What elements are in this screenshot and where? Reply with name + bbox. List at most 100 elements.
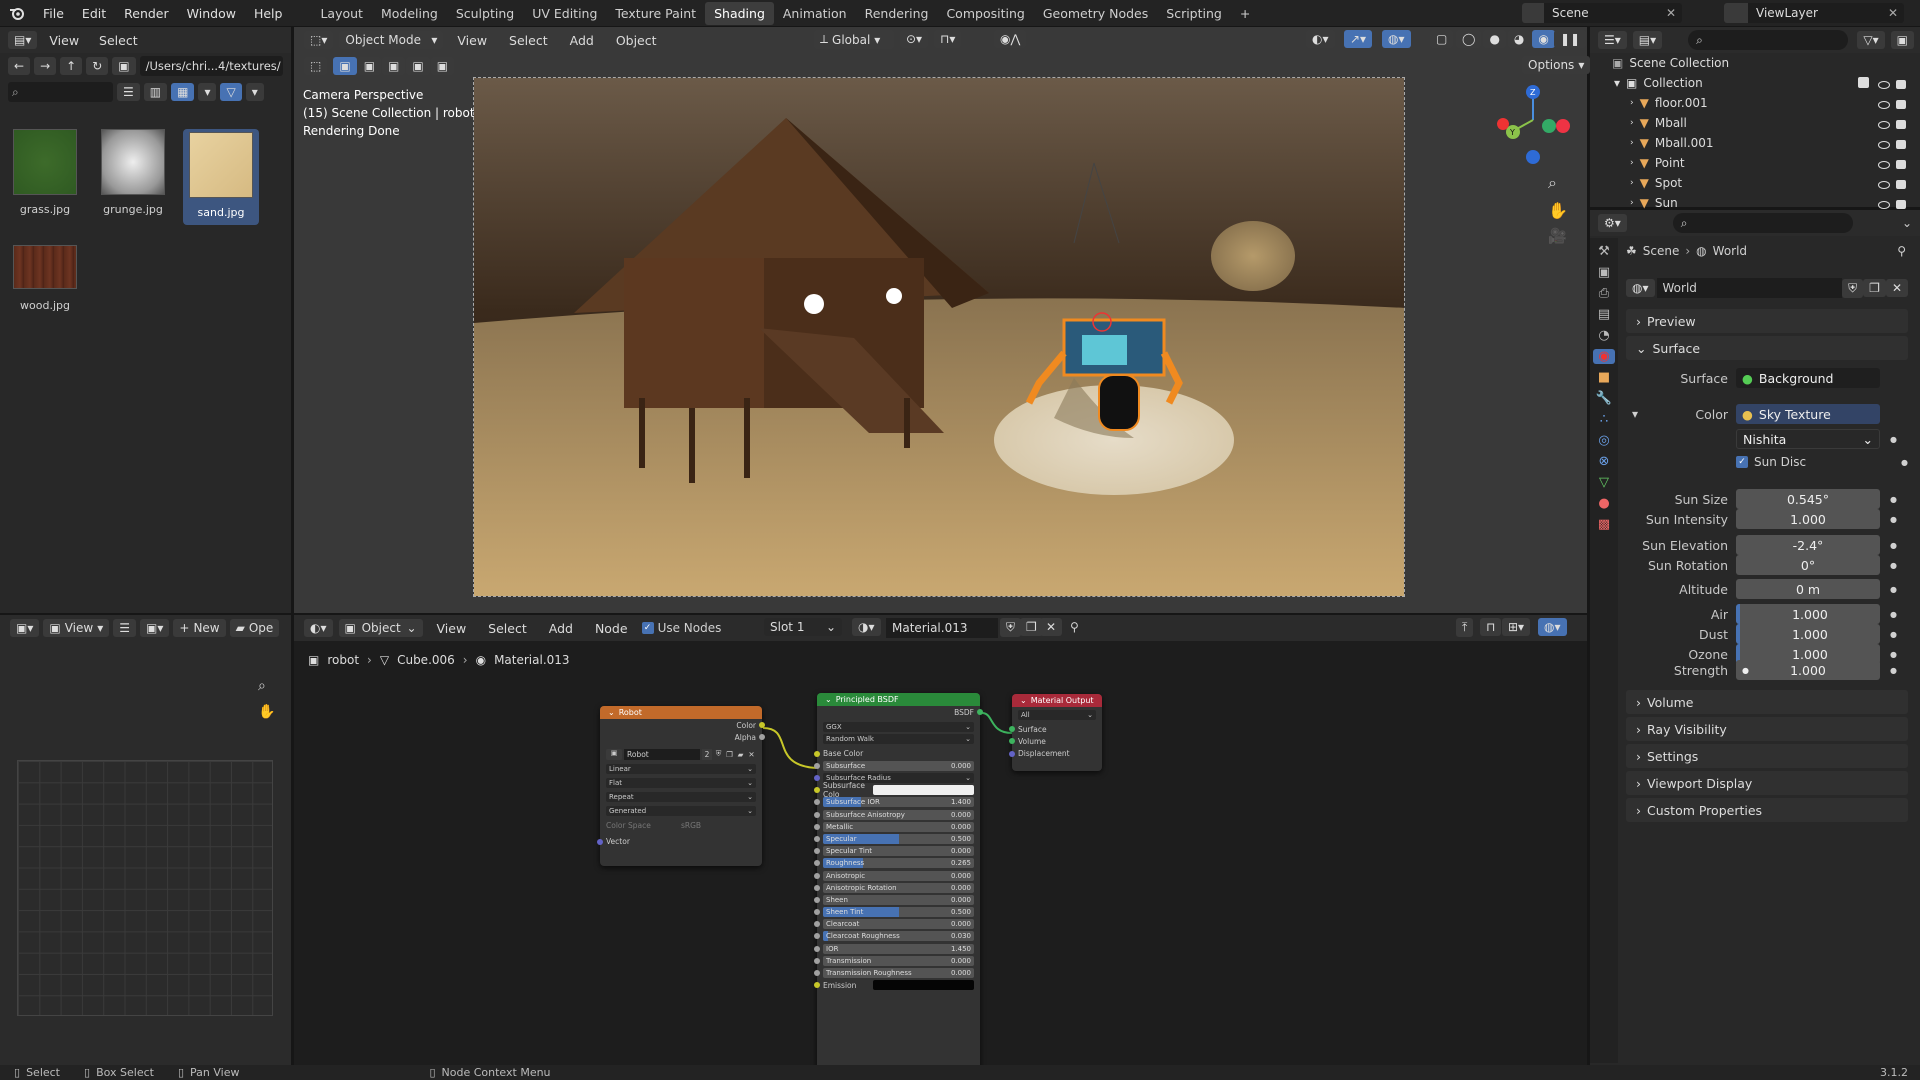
texture-tab-icon[interactable]: ▩	[1598, 517, 1610, 532]
fake-user-icon[interactable]: ⛨	[1842, 278, 1864, 298]
visibility-icon[interactable]: ◐▾	[1306, 30, 1335, 48]
keyframe-dot-icon[interactable]: ●	[1890, 630, 1897, 639]
editor-type-button[interactable]: ▣▾	[10, 619, 40, 637]
view-mode-dropdown[interactable]: ▣ View ▾	[43, 619, 110, 637]
socket-icon[interactable]	[814, 823, 820, 830]
param-value-field[interactable]: 0 m	[1736, 579, 1880, 599]
socket-icon[interactable]	[814, 970, 820, 977]
menu-window[interactable]: Window	[178, 6, 245, 21]
collapse-icon[interactable]: ⌄	[825, 695, 832, 704]
projection-dropdown[interactable]: Flat ⌄	[606, 777, 756, 788]
checkbox-icon[interactable]	[1858, 77, 1869, 88]
navigation-gizmo[interactable]: Z Y	[1493, 82, 1573, 172]
tab-compositing[interactable]: Compositing	[937, 2, 1033, 25]
sun-disc-checkbox[interactable]: ✓	[1736, 456, 1748, 468]
properties-search[interactable]: ⌕	[1672, 213, 1853, 233]
collection-row[interactable]: ▾ ▣ Collection	[1590, 73, 1920, 93]
menu-add[interactable]: Add	[562, 33, 602, 48]
socket-icon[interactable]	[814, 933, 820, 940]
socket-icon[interactable]	[814, 945, 820, 952]
socket-icon[interactable]	[814, 860, 820, 867]
select-new-icon[interactable]: ▣	[333, 57, 357, 75]
keyframe-dot-icon[interactable]: ●	[1890, 610, 1897, 619]
object-mode-dropdown[interactable]: Object Mode ▾	[339, 31, 444, 49]
menu-render[interactable]: Render	[115, 6, 178, 21]
zoom-icon[interactable]: ⌕	[1548, 173, 1557, 193]
input-slider[interactable]: Sheen Tint 0.500	[823, 907, 974, 918]
filter-icon[interactable]: ▽	[220, 83, 242, 101]
camera-icon[interactable]	[1890, 138, 1906, 152]
param-value-field[interactable]: 1.000	[1736, 509, 1880, 529]
output-tab-icon[interactable]: ⎙	[1599, 286, 1609, 301]
menu-help[interactable]: Help	[245, 6, 292, 21]
tab-uv-editing[interactable]: UV Editing	[523, 2, 606, 25]
image-texture-node[interactable]: ⌄ Robot Color Alpha ▣ Robot 2 ⛨ ❐ ▰ ✕ Lin…	[597, 706, 765, 866]
duplicate-icon[interactable]: ❐	[725, 750, 734, 759]
color-texture-field[interactable]: ● Sky Texture	[1736, 404, 1880, 424]
outliner-item[interactable]: › ▼ floor.001	[1590, 93, 1920, 113]
keyframe-dot-icon[interactable]: ●	[1890, 495, 1897, 504]
menu-select[interactable]: Select	[501, 33, 556, 48]
constraints-tab-icon[interactable]: ⊗	[1599, 454, 1610, 469]
param-value-field[interactable]: 1.000	[1736, 624, 1880, 644]
image-canvas[interactable]: ⌕ ✋	[0, 642, 291, 1065]
interpolation-dropdown[interactable]: Linear ⌄	[606, 763, 756, 774]
horizontal-list-icon[interactable]: ▥	[143, 83, 168, 101]
socket-icon[interactable]	[814, 872, 820, 879]
file-thumb-wood[interactable]: wood.jpg	[10, 245, 80, 335]
select-difference-icon[interactable]: ▣	[406, 57, 430, 75]
camera-icon[interactable]	[1890, 118, 1906, 132]
material-tab-icon[interactable]: ●	[1598, 496, 1609, 511]
close-icon[interactable]: ✕	[1888, 6, 1898, 20]
expand-icon[interactable]: ›	[1630, 118, 1634, 128]
menu-file[interactable]: File	[34, 6, 73, 21]
material-output-node[interactable]: ⌄ Material Output All ⌄ Surface Volume Dis…	[1009, 694, 1102, 771]
collapse-icon[interactable]: ⌄	[608, 708, 615, 717]
chevron-down-icon[interactable]: ⌄	[1902, 216, 1912, 230]
world-browse-icon[interactable]: ◍▾	[1626, 279, 1655, 297]
socket-icon[interactable]	[814, 848, 820, 855]
input-slider[interactable]: Clearcoat 0.000	[823, 919, 974, 930]
modifier-tab-icon[interactable]: 🔧	[1596, 391, 1612, 406]
tab-sculpting[interactable]: Sculpting	[447, 2, 523, 25]
input-slider[interactable]: Anisotropic 0.000	[823, 870, 974, 881]
select-subtract-icon[interactable]: ▣	[382, 57, 406, 75]
input-slider[interactable]: Metallic 0.000	[823, 821, 974, 832]
particles-tab-icon[interactable]: ∴	[1600, 412, 1608, 427]
socket-icon[interactable]	[597, 838, 603, 845]
select-tool-icon[interactable]: ⬚	[304, 57, 328, 75]
select-intersect-icon[interactable]: ▣	[430, 57, 455, 75]
eye-icon[interactable]	[1878, 98, 1890, 112]
keyframe-dot-icon[interactable]: ●	[1890, 561, 1897, 570]
socket-icon[interactable]	[814, 811, 820, 818]
menu-select[interactable]: Select	[91, 33, 146, 48]
scene-collection-row[interactable]: ▣ Scene Collection	[1590, 53, 1920, 73]
socket-icon[interactable]	[814, 921, 820, 928]
new-folder-icon[interactable]: ▣	[112, 57, 136, 75]
input-slider[interactable]: Subsurface IOR 1.400	[823, 797, 974, 808]
socket-icon[interactable]	[814, 762, 820, 769]
image-browse-icon[interactable]: ▣▾	[140, 619, 170, 637]
menu-view[interactable]: View	[449, 33, 495, 48]
section-preview[interactable]: › Preview	[1626, 309, 1908, 333]
sky-type-dropdown[interactable]: Nishita ⌄	[1736, 429, 1880, 449]
socket-icon[interactable]	[814, 750, 820, 757]
path-field[interactable]: /Users/chri...4/textures/	[139, 56, 283, 76]
extension-dropdown[interactable]: Repeat ⌄	[606, 792, 756, 803]
input-slider[interactable]: Sheen 0.000	[823, 894, 974, 905]
tab-animation[interactable]: Animation	[774, 2, 856, 25]
input-slider[interactable]: Clearcoat Roughness 0.030	[823, 931, 974, 942]
tab-geometry-nodes[interactable]: Geometry Nodes	[1034, 2, 1157, 25]
world-tab-icon[interactable]: ◉	[1593, 349, 1615, 364]
section-viewport-display[interactable]: › Viewport Display	[1626, 771, 1908, 795]
world-name-field[interactable]: World	[1656, 278, 1843, 298]
render-tab-icon[interactable]: ▣	[1598, 265, 1610, 280]
physics-tab-icon[interactable]: ◎	[1598, 433, 1609, 448]
viewlayer-selector[interactable]: ViewLayer ✕	[1724, 3, 1904, 23]
input-slider[interactable]: IOR 1.450	[823, 943, 974, 954]
socket-icon[interactable]	[814, 787, 820, 794]
param-value-field[interactable]: -2.4°	[1736, 535, 1880, 555]
eye-icon[interactable]	[1878, 158, 1890, 172]
options-dropdown[interactable]: Options ▾	[1522, 56, 1591, 74]
xray-icon[interactable]: ▢	[1430, 30, 1454, 48]
